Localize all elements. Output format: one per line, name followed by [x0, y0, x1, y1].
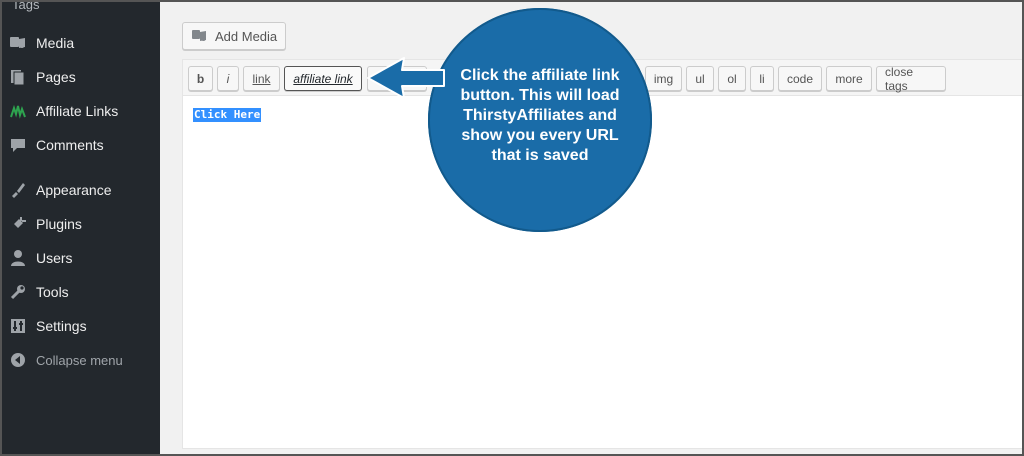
pages-icon: [9, 68, 27, 86]
sidebar-item-label: Appearance: [36, 182, 112, 198]
more-button[interactable]: more: [826, 66, 872, 91]
affiliate-links-icon: [9, 102, 27, 120]
affiliate-link-button[interactable]: affiliate link: [284, 66, 362, 91]
admin-sidebar: Tags Media Pages Affiliate Links Comment…: [0, 0, 160, 456]
sidebar-item-label: Media: [36, 35, 75, 51]
add-media-button[interactable]: Add Media: [182, 22, 286, 50]
add-media-label: Add Media: [215, 28, 278, 44]
italic-button[interactable]: i: [217, 66, 239, 91]
sidebar-item-label: Plugins: [36, 216, 82, 232]
media-icon: [9, 34, 27, 52]
callout-text: Click the affiliate link button. This wi…: [460, 67, 620, 164]
sidebar-item-pages[interactable]: Pages: [0, 60, 160, 94]
bold-button[interactable]: b: [188, 66, 213, 91]
sidebar-item-comments[interactable]: Comments: [0, 128, 160, 162]
appearance-icon: [9, 181, 27, 199]
comments-icon: [9, 136, 27, 154]
users-icon: [9, 249, 27, 267]
tools-icon: [9, 283, 27, 301]
sidebar-item-tools[interactable]: Tools: [0, 275, 160, 309]
code-button[interactable]: code: [778, 66, 822, 91]
sidebar-item-label: Affiliate Links: [36, 103, 119, 119]
sidebar-item-label: Tools: [36, 284, 69, 300]
sidebar-item-label: Users: [36, 250, 73, 266]
sidebar-item-label: Collapse menu: [36, 352, 123, 368]
img-button[interactable]: img: [645, 66, 682, 91]
settings-icon: [9, 317, 27, 335]
collapse-menu-icon: [9, 351, 27, 369]
sidebar-item-media[interactable]: Media: [0, 26, 160, 60]
sidebar-item-plugins[interactable]: Plugins: [0, 207, 160, 241]
callout-arrow: [367, 57, 445, 99]
close-tags-button[interactable]: close tags: [876, 65, 946, 93]
link-button[interactable]: link: [243, 66, 280, 91]
sidebar-item-appearance[interactable]: Appearance: [0, 173, 160, 207]
add-media-icon: [191, 28, 209, 44]
sidebar-item-tags[interactable]: Tags: [12, 0, 39, 12]
selected-text: Click Here: [193, 108, 262, 122]
admin-menu: Media Pages Affiliate Links Comments App…: [0, 26, 160, 377]
sidebar-item-affiliate-links[interactable]: Affiliate Links: [0, 94, 160, 128]
plugins-icon: [9, 215, 27, 233]
sidebar-item-label: Pages: [36, 69, 76, 85]
collapse-menu-button[interactable]: Collapse menu: [0, 343, 160, 377]
sidebar-item-label: Comments: [36, 137, 104, 153]
li-button[interactable]: li: [750, 66, 774, 91]
sidebar-item-label: Settings: [36, 318, 87, 334]
sidebar-item-users[interactable]: Users: [0, 241, 160, 275]
sidebar-item-settings[interactable]: Settings: [0, 309, 160, 343]
instruction-callout: Click the affiliate link button. This wi…: [428, 8, 652, 232]
ul-button[interactable]: ul: [686, 66, 714, 91]
ol-button[interactable]: ol: [718, 66, 746, 91]
